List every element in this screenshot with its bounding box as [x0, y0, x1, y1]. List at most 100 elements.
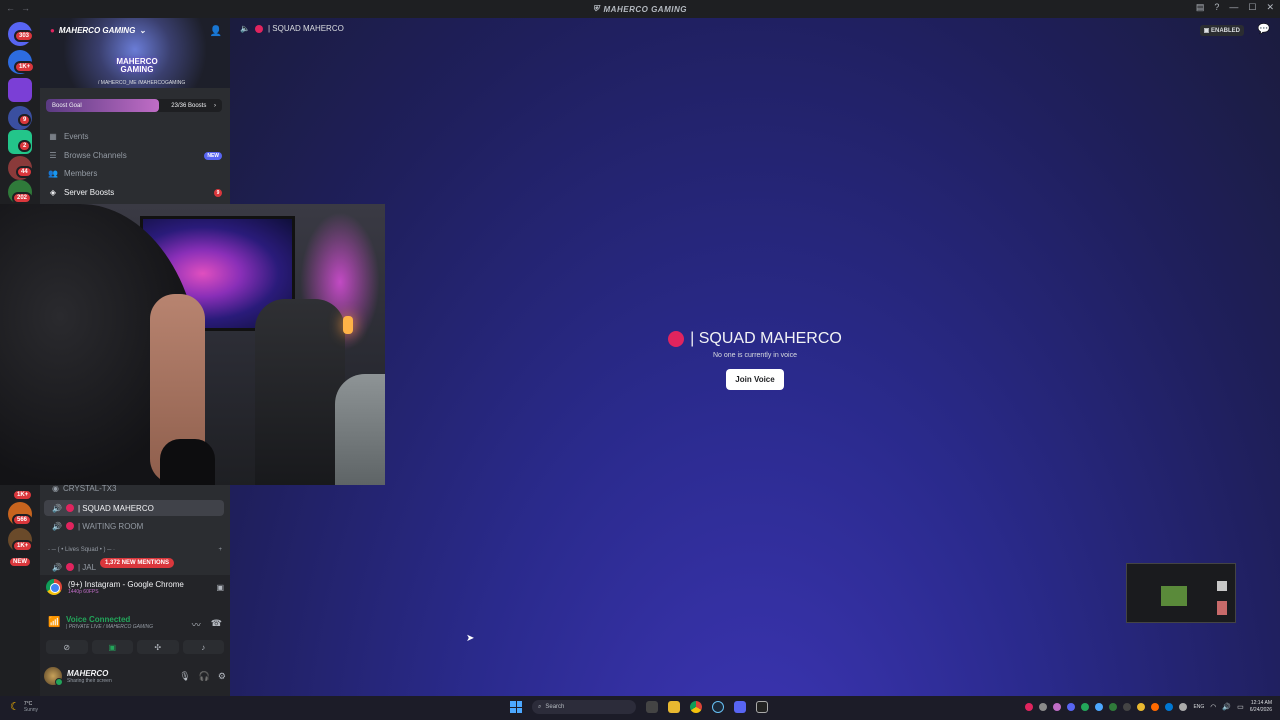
server-name[interactable]: ● MAHERCO GAMING ⌄ — [50, 26, 146, 35]
tray-app-icon[interactable] — [1039, 703, 1048, 711]
invite-icon[interactable]: 👤 — [210, 26, 222, 37]
camera-off-icon: ⊘ — [63, 642, 71, 652]
tray-app-icon[interactable] — [1095, 703, 1104, 711]
channel-dot — [668, 331, 685, 347]
window-controls: ▤ ? — ☐ ✕ — [1196, 2, 1274, 13]
server-icon[interactable] — [8, 78, 32, 102]
screen-share-icon: ▣ — [108, 642, 117, 652]
nav-browse-channels[interactable]: ☰ Browse Channels NEW — [48, 151, 222, 160]
discord-icon[interactable] — [734, 701, 746, 713]
voice-empty-state: | SQUAD MAHERCO No one is currently in v… — [230, 330, 1280, 390]
stream-thumbnail[interactable] — [1126, 563, 1236, 623]
speaker-icon: 🔈 — [240, 24, 250, 33]
webcam-lamp — [343, 316, 353, 334]
thumbnail-content — [1217, 581, 1227, 591]
minimize-icon[interactable]: — — [1229, 2, 1238, 13]
back-icon[interactable]: ← — [6, 3, 15, 13]
history-nav: ← → — [6, 3, 30, 13]
soundboard-button[interactable]: ♪ — [182, 640, 224, 654]
wifi-icon[interactable]: ◠ — [1210, 703, 1216, 711]
tray-app-icon[interactable] — [1137, 703, 1146, 711]
tray-app-icon[interactable] — [1151, 703, 1160, 711]
noise-suppression-icon[interactable]: 〰 — [192, 618, 201, 631]
tray-app-icon[interactable] — [1123, 703, 1132, 711]
voice-subtitle: No one is currently in voice — [712, 352, 798, 359]
taskbar-apps: ⌕ Search — [510, 700, 768, 714]
server-status-icon: ● — [50, 26, 55, 35]
bluetooth-icon[interactable] — [1165, 703, 1174, 711]
search-icon: ⌕ — [538, 703, 542, 710]
tray-app-icon[interactable] — [1081, 703, 1090, 711]
weather-widget[interactable]: ☾ 7°C Sunny — [10, 700, 38, 714]
forward-icon[interactable]: → — [21, 3, 30, 13]
channel-waiting-room[interactable]: 🔊 | WAITING ROOM — [44, 518, 224, 534]
channel-squad-maherco[interactable]: 🔊 | SQUAD MAHERCO — [44, 500, 224, 516]
calendar-icon: ▦ — [49, 132, 57, 141]
chrome-icon — [46, 579, 62, 595]
nav-events[interactable]: ▦ Events — [48, 132, 222, 141]
members-icon: 👥 — [48, 169, 58, 178]
join-voice-button[interactable]: Join Voice — [726, 369, 784, 390]
social-handles: / MAHERCO_ME /MAHERCOGAMING — [98, 80, 186, 86]
tray-app-icon[interactable] — [1067, 703, 1076, 711]
inbox-icon[interactable]: ▤ — [1196, 2, 1205, 13]
tray-app-icon[interactable] — [1109, 703, 1118, 711]
stream-preview[interactable]: (9+) Instagram - Google Chrome 1440p 60F… — [46, 579, 224, 595]
volume-icon[interactable]: 🔊 — [1222, 703, 1231, 711]
tray-app-icon[interactable] — [1025, 703, 1034, 711]
tray-app-icon[interactable] — [1053, 703, 1062, 711]
webcam-chair — [255, 299, 345, 485]
disconnect-icon[interactable]: ☎ — [211, 618, 222, 631]
signal-icon: 📶 — [48, 617, 61, 628]
microphone-icon[interactable]: 🎙 — [179, 671, 190, 682]
new-mentions-pill[interactable]: 1,372 NEW MENTIONS — [100, 558, 175, 568]
task-view-icon[interactable] — [646, 701, 658, 713]
category-lives-squad[interactable]: - ─ ( • Lives Squad • ) ─ · + — [48, 547, 222, 553]
nav-server-boosts[interactable]: ◈ Server Boosts 9 — [48, 188, 222, 197]
channel-dot — [65, 522, 74, 530]
tray-app-icon[interactable] — [1179, 703, 1188, 711]
boost-goal-bar[interactable]: Boost Goal 23/36 Boosts › — [46, 99, 222, 112]
server-banner[interactable]: ● MAHERCO GAMING ⌄ 👤 MAHERCO GAMING / MA… — [40, 18, 230, 88]
webcam-overlay — [0, 204, 385, 485]
soundboard-icon: ♪ — [201, 642, 206, 652]
speaker-icon: 🔊 — [52, 521, 62, 531]
chrome-icon[interactable] — [690, 701, 702, 713]
language-indicator[interactable]: ENG — [1193, 704, 1204, 710]
headphones-icon[interactable]: 🎧 — [199, 671, 210, 682]
title-bar: ← → ⛨ MAHERCO GAMING ▤ ? — ☐ ✕ — [0, 0, 1280, 18]
chat-icon[interactable]: 💬 — [1258, 24, 1270, 35]
voice-buttons: ⊘ ▣ ✣ ♪ — [46, 640, 224, 654]
boost-count-badge: 9 — [214, 188, 222, 197]
webcam-microphone — [160, 439, 215, 485]
clock[interactable]: 12:14 AM 6/24/2026 — [1250, 700, 1272, 714]
help-icon[interactable]: ? — [1214, 2, 1219, 13]
enabled-badge[interactable]: ▣ ENABLED — [1199, 25, 1244, 36]
unread-badge: 566 — [12, 514, 33, 526]
activities-icon: ✣ — [154, 642, 162, 652]
obs-icon[interactable] — [756, 701, 768, 713]
channel-dot — [65, 504, 74, 512]
add-channel-icon[interactable]: + — [218, 547, 222, 553]
taskbar-search[interactable]: ⌕ Search — [532, 700, 636, 714]
mouse-cursor-icon: ➤ — [466, 633, 475, 644]
chevron-down-icon: ⌄ — [139, 26, 146, 35]
gear-icon[interactable]: ⚙ — [218, 671, 226, 682]
system-tray: ENG ◠ 🔊 ▭ 12:14 AM 6/24/2026 — [1025, 700, 1272, 714]
boost-count: 23/36 Boosts › — [171, 102, 216, 109]
activities-button[interactable]: ✣ — [137, 640, 179, 654]
popout-icon[interactable]: ▣ — [216, 583, 224, 592]
unread-badge: 1K+ — [14, 61, 36, 73]
maximize-icon[interactable]: ☐ — [1248, 2, 1256, 13]
voice-channel-title: | SQUAD MAHERCO — [668, 330, 842, 348]
speaker-icon: 🔊 — [52, 503, 62, 513]
avatar[interactable] — [44, 667, 63, 686]
battery-icon[interactable]: ▭ — [1237, 703, 1244, 711]
camera-button[interactable]: ⊘ — [46, 640, 88, 654]
windows-start-icon[interactable] — [510, 701, 522, 713]
screen-share-button[interactable]: ▣ — [91, 640, 133, 654]
steam-icon[interactable] — [712, 701, 724, 713]
close-icon[interactable]: ✕ — [1266, 2, 1274, 13]
nav-members[interactable]: 👥 Members — [48, 169, 222, 178]
file-explorer-icon[interactable] — [668, 701, 680, 713]
